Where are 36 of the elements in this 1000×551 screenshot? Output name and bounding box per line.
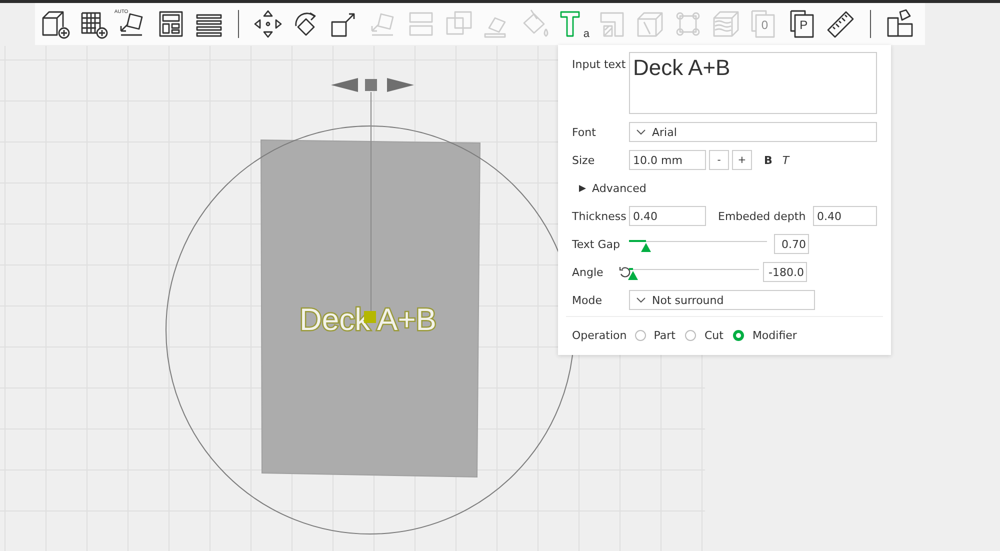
font-dropdown[interactable]: Arial (629, 122, 877, 142)
model-block[interactable] (260, 140, 480, 478)
expand-triangle-icon[interactable] (579, 184, 586, 192)
radio-button[interactable]: Part (634, 328, 676, 342)
advanced-toggle[interactable]: Advanced (592, 182, 646, 194)
field-label: Text Gap (572, 238, 621, 250)
field-label: Input text (572, 57, 627, 71)
gap-field[interactable]: 0.70 (774, 234, 809, 254)
radio-button[interactable]: Cut (685, 328, 724, 342)
move-icon (252, 8, 284, 40)
depth-field[interactable]: 0.40 (813, 206, 877, 226)
text-input[interactable]: Deck A+B (629, 52, 877, 114)
field-label: Embeded depth (718, 210, 807, 222)
toolbar-button[interactable]: P (784, 5, 822, 43)
field-label: Angle (572, 266, 604, 278)
toolbar-button[interactable]: a (554, 5, 592, 43)
field-label: Operation (572, 328, 627, 342)
radio-button[interactable]: Modifier (733, 328, 797, 342)
field-label: Mode (572, 294, 603, 306)
field-label: Thickness (572, 210, 628, 222)
chevron-down-icon (636, 297, 646, 303)
field-label: Font (572, 126, 597, 138)
chevron-down-icon (636, 129, 646, 135)
thickness-field[interactable]: 0.40 (629, 206, 706, 226)
mode-dropdown[interactable]: Not surround (629, 290, 815, 310)
gizmo-arrows-icon[interactable] (331, 78, 414, 92)
decrease-button[interactable]: - (709, 150, 729, 170)
bold-button[interactable]: B (760, 154, 776, 166)
italic-button[interactable]: T (778, 154, 794, 166)
field-label: Size (572, 154, 596, 166)
angle-field[interactable]: -180.0 (763, 262, 807, 282)
slider-thumb[interactable] (628, 270, 638, 280)
slider-thumb[interactable] (640, 242, 651, 252)
size-field[interactable]: 10.0 mm (629, 150, 706, 170)
reset-icon[interactable] (619, 266, 631, 278)
increase-button[interactable]: + (732, 150, 752, 170)
